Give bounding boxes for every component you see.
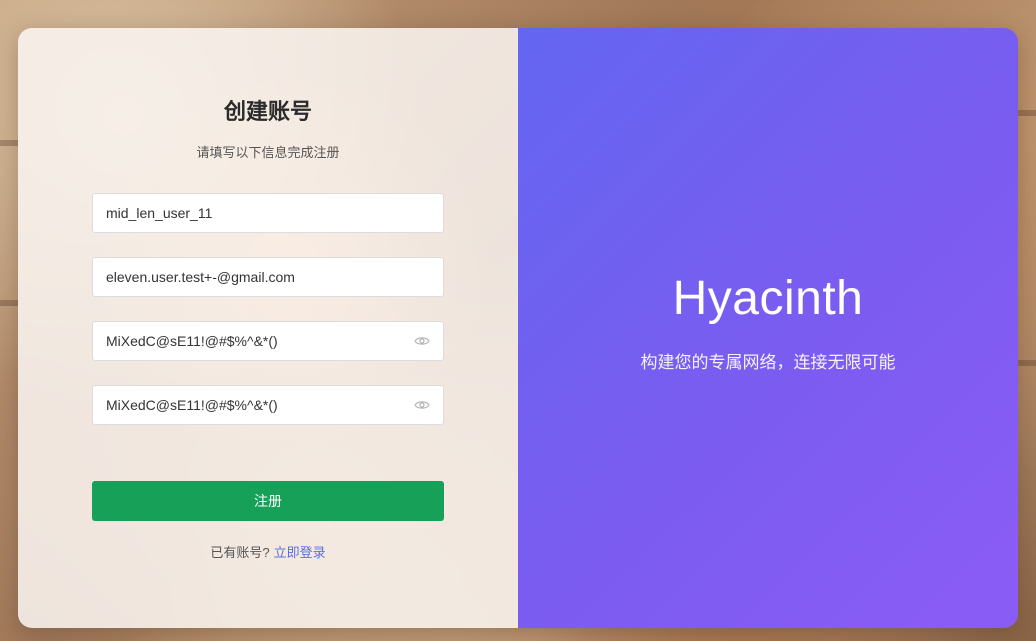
password-field: [92, 321, 444, 361]
register-form-panel: 创建账号 请填写以下信息完成注册 mid_len_user_11 eleven.…: [18, 28, 518, 628]
email-input[interactable]: [93, 258, 443, 296]
username-input[interactable]: [93, 194, 443, 232]
have-account-text: 已有账号?: [210, 545, 270, 560]
form-title: 创建账号: [223, 99, 312, 124]
email-field: [92, 257, 444, 297]
brand-tagline: 构建您的专属网络，连接无限可能: [640, 353, 896, 372]
username-field: [92, 193, 444, 233]
brand-title: Hyacinth: [672, 272, 864, 325]
login-prompt: 已有账号? 立即登录: [18, 542, 518, 561]
eye-icon[interactable]: [414, 333, 430, 349]
register-button[interactable]: 注册: [92, 481, 444, 521]
form-subtitle: 请填写以下信息完成注册: [196, 145, 340, 160]
register-card: 创建账号 请填写以下信息完成注册 mid_len_user_11 eleven.…: [18, 28, 1018, 628]
confirm-password-input[interactable]: [93, 386, 414, 424]
password-input[interactable]: [93, 322, 414, 360]
login-link[interactable]: 立即登录: [274, 545, 326, 560]
confirm-password-field: [92, 385, 444, 425]
eye-icon[interactable]: [414, 397, 430, 413]
brand-panel: Hyacinth 构建您的专属网络，连接无限可能: [518, 28, 1018, 628]
